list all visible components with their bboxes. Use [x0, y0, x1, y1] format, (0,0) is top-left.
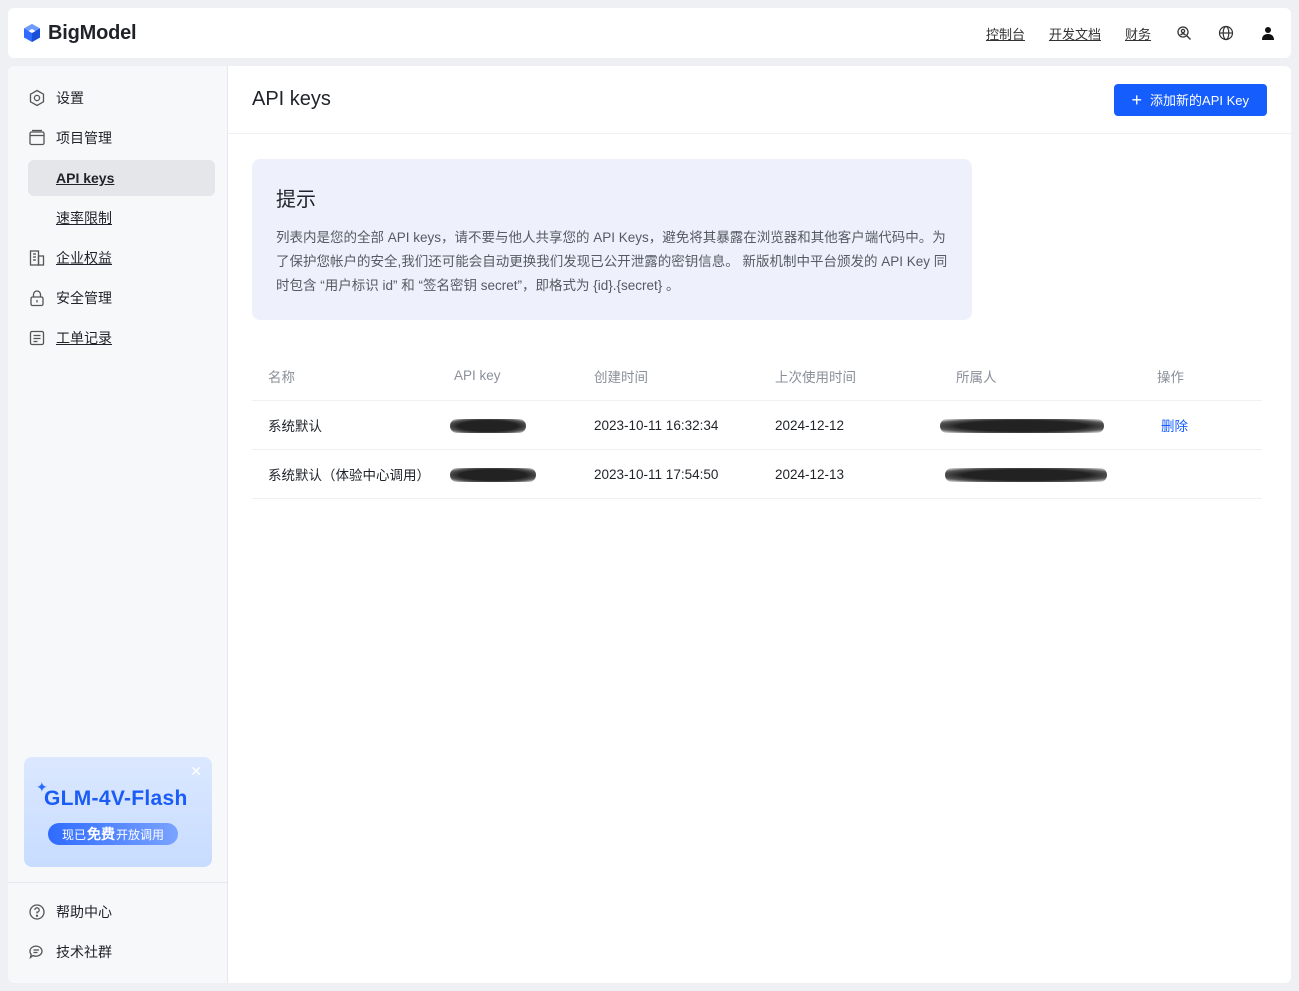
- settings-icon: [28, 89, 46, 107]
- promo-sub-bold: 免费: [87, 826, 116, 842]
- chat-icon: [28, 943, 46, 961]
- sidebar-item-rate-limit[interactable]: 速率限制: [28, 200, 215, 236]
- sidebar-menu: 设置 项目管理 API keys 速率限制 企业权益 安全管理 工单记录: [28, 80, 215, 360]
- sidebar-item-community[interactable]: 技术社群: [28, 934, 215, 970]
- cell-owner: [945, 466, 1157, 482]
- cell-created: 2023-10-11 17:54:50: [594, 466, 719, 482]
- redacted-owner: [940, 418, 1104, 433]
- cell-api-key: [450, 417, 594, 433]
- building-icon: [28, 249, 46, 267]
- redacted-owner: [945, 467, 1107, 482]
- cell-created: 2023-10-11 16:32:34: [594, 417, 719, 433]
- sidebar-item-label: 企业权益: [56, 250, 112, 266]
- sidebar-item-label: 帮助中心: [56, 904, 112, 920]
- promo-title: GLM-4V-Flash: [44, 787, 188, 810]
- sidebar-item-label: API keys: [56, 170, 115, 186]
- user-icon[interactable]: [1259, 24, 1277, 42]
- sidebar-item-security[interactable]: 安全管理: [28, 280, 215, 316]
- help-icon: [28, 903, 46, 921]
- col-created: 创建时间: [594, 369, 648, 385]
- close-icon[interactable]: ✕: [190, 763, 202, 780]
- sidebar-item-label: 技术社群: [56, 944, 112, 960]
- tip-body: 列表内是您的全部 API keys，请不要与他人共享您的 API Keys，避免…: [276, 230, 948, 293]
- table-row: 系统默认 2023-10-11 16:32:34 2024-12-12 删除: [252, 401, 1262, 450]
- ticket-icon: [28, 329, 46, 347]
- plus-icon: +: [1131, 89, 1143, 110]
- sidebar-item-label: 速率限制: [56, 210, 112, 226]
- cell-last-used: 2024-12-13: [775, 466, 845, 482]
- promo-sub-suffix: 开放调用: [116, 827, 165, 842]
- sidebar-item-label: 工单记录: [56, 330, 112, 346]
- page-title: API keys: [252, 88, 331, 110]
- delete-button[interactable]: 删除: [1157, 419, 1188, 434]
- col-owner: 所属人: [956, 369, 997, 385]
- sidebar-item-settings[interactable]: 设置: [28, 80, 215, 116]
- cell-action: 删除: [1157, 415, 1262, 435]
- promo-sub-prefix: 现已: [62, 827, 87, 842]
- table-header: 名称 API key 创建时间 上次使用时间 所属人 操作: [252, 351, 1262, 401]
- cell-name: 系统默认（体验中心调用）: [268, 468, 430, 483]
- lock-icon: [28, 289, 46, 307]
- nav-finance[interactable]: 财务: [1125, 24, 1151, 43]
- tip-title: 提示: [276, 189, 316, 211]
- nav-console[interactable]: 控制台: [986, 24, 1025, 43]
- sidebar: 设置 项目管理 API keys 速率限制 企业权益 安全管理 工单记录 ✕ ✦…: [8, 66, 228, 983]
- logo-text: BigModel: [48, 21, 137, 44]
- sidebar-item-label: 项目管理: [56, 130, 112, 146]
- add-api-key-label: 添加新的API Key: [1150, 93, 1249, 108]
- top-bar: BigModel 控制台 开发文档 财务: [8, 8, 1291, 58]
- redacted-key: [450, 418, 526, 433]
- globe-icon[interactable]: [1217, 24, 1235, 42]
- promo-subtitle: 现已 免费 开放调用: [48, 823, 179, 845]
- logo[interactable]: BigModel: [22, 21, 137, 45]
- project-icon: [28, 129, 46, 147]
- cell-owner: [940, 417, 1157, 433]
- sidebar-item-label: 设置: [56, 90, 84, 106]
- search-user-icon[interactable]: [1175, 24, 1193, 42]
- nav-docs[interactable]: 开发文档: [1049, 24, 1101, 43]
- sidebar-item-help[interactable]: 帮助中心: [28, 894, 215, 930]
- cell-last-used: 2024-12-12: [775, 417, 845, 433]
- main-header: API keys + 添加新的API Key: [228, 66, 1291, 134]
- sidebar-divider: [8, 882, 227, 883]
- sidebar-item-projects[interactable]: 项目管理: [28, 120, 215, 156]
- sidebar-item-enterprise[interactable]: 企业权益: [28, 240, 215, 276]
- col-last-used: 上次使用时间: [775, 369, 856, 385]
- promo-banner[interactable]: ✕ ✦ GLM-4V-Flash 现已 免费 开放调用: [24, 757, 212, 867]
- cell-name: 系统默认: [268, 419, 322, 434]
- sidebar-item-label: 安全管理: [56, 290, 112, 306]
- main-content: API keys + 添加新的API Key 提示 列表内是您的全部 API k…: [228, 66, 1291, 983]
- col-action: 操作: [1157, 369, 1184, 385]
- bigmodel-logo-icon: [24, 24, 40, 42]
- col-name: 名称: [268, 369, 295, 385]
- api-keys-table: 名称 API key 创建时间 上次使用时间 所属人 操作 系统默认 2023-…: [252, 351, 1262, 499]
- cell-api-key: [450, 466, 594, 482]
- table-row: 系统默认（体验中心调用） 2023-10-11 17:54:50 2024-12…: [252, 450, 1262, 499]
- sidebar-bottom-menu: 帮助中心 技术社群: [28, 894, 215, 974]
- col-api-key: API key: [454, 368, 501, 383]
- tip-box: 提示 列表内是您的全部 API keys，请不要与他人共享您的 API Keys…: [252, 159, 972, 320]
- add-api-key-button[interactable]: + 添加新的API Key: [1113, 83, 1267, 116]
- sidebar-item-api-keys[interactable]: API keys: [28, 160, 215, 196]
- sidebar-item-tickets[interactable]: 工单记录: [28, 320, 215, 356]
- top-nav: 控制台 开发文档 财务: [986, 24, 1277, 43]
- redacted-key: [450, 467, 536, 482]
